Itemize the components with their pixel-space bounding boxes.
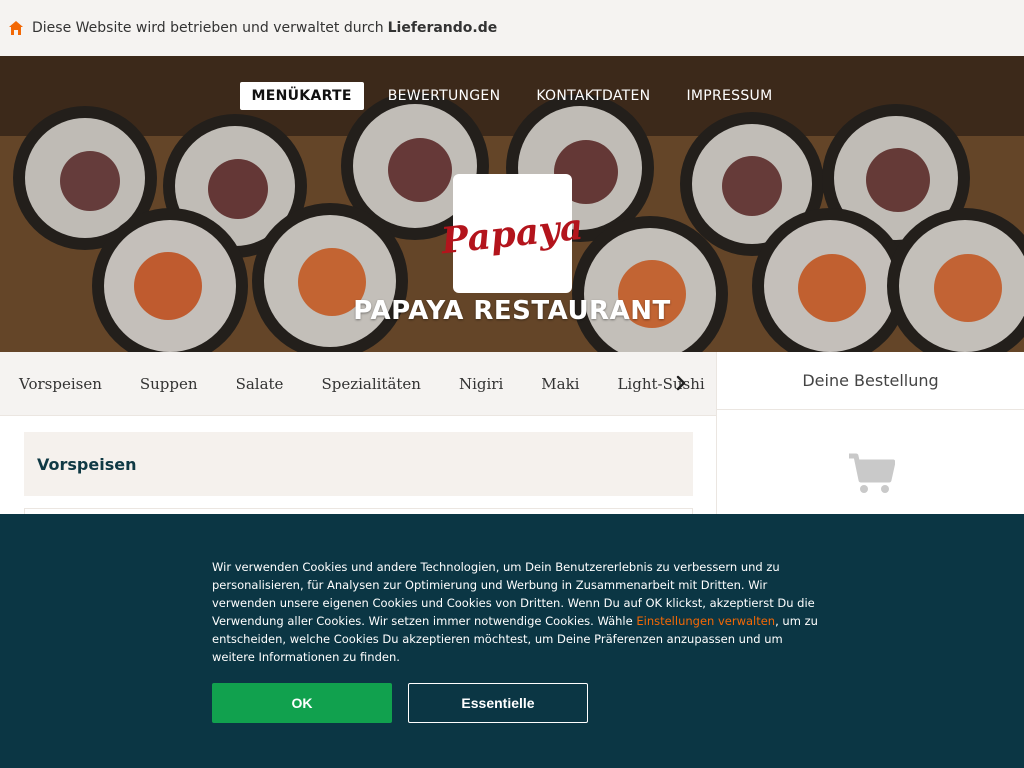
category-nigiri[interactable]: Nigiri (459, 375, 503, 393)
nav-menukarte[interactable]: MENÜKARTE (239, 82, 364, 110)
info-brand-link[interactable]: Lieferando.de (388, 20, 498, 36)
section-title: Vorspeisen (24, 432, 693, 496)
info-text: Diese Website wird betrieben und verwalt… (32, 20, 384, 36)
restaurant-logo: Papaya (440, 174, 585, 293)
cookie-text: Wir verwenden Cookies und andere Technol… (212, 560, 818, 664)
nav-kontaktdaten[interactable]: KONTAKTDATEN (524, 82, 662, 110)
category-spezialitaeten[interactable]: Spezialitäten (321, 375, 421, 393)
nav-bewertungen[interactable]: BEWERTUNGEN (376, 82, 513, 110)
cookie-ok-button[interactable]: OK (212, 683, 392, 723)
hero-banner: MENÜKARTE BEWERTUNGEN KONTAKTDATEN IMPRE… (0, 56, 1024, 352)
lieferando-info-bar: Diese Website wird betrieben und verwalt… (0, 0, 1024, 56)
cookie-settings-link[interactable]: Einstellungen verwalten (636, 614, 775, 628)
order-title: Deine Bestellung (717, 352, 1024, 410)
cart-icon (849, 453, 895, 493)
category-maki[interactable]: Maki (541, 375, 579, 393)
main-nav: MENÜKARTE BEWERTUNGEN KONTAKTDATEN IMPRE… (0, 82, 1024, 110)
category-suppen[interactable]: Suppen (140, 375, 198, 393)
category-salate[interactable]: Salate (236, 375, 284, 393)
chevron-right-icon[interactable] (670, 372, 692, 394)
category-bar: Vorspeisen Suppen Salate Spezialitäten N… (0, 352, 716, 416)
cookie-banner: Wir verwenden Cookies und andere Technol… (0, 514, 1024, 768)
category-vorspeisen[interactable]: Vorspeisen (19, 375, 102, 393)
cookie-essential-button[interactable]: Essentielle (408, 683, 588, 723)
logo-text: Papaya (439, 205, 586, 262)
restaurant-name: PAPAYA RESTAURANT (353, 296, 671, 326)
home-icon (9, 21, 23, 35)
nav-impressum[interactable]: IMPRESSUM (674, 82, 784, 110)
